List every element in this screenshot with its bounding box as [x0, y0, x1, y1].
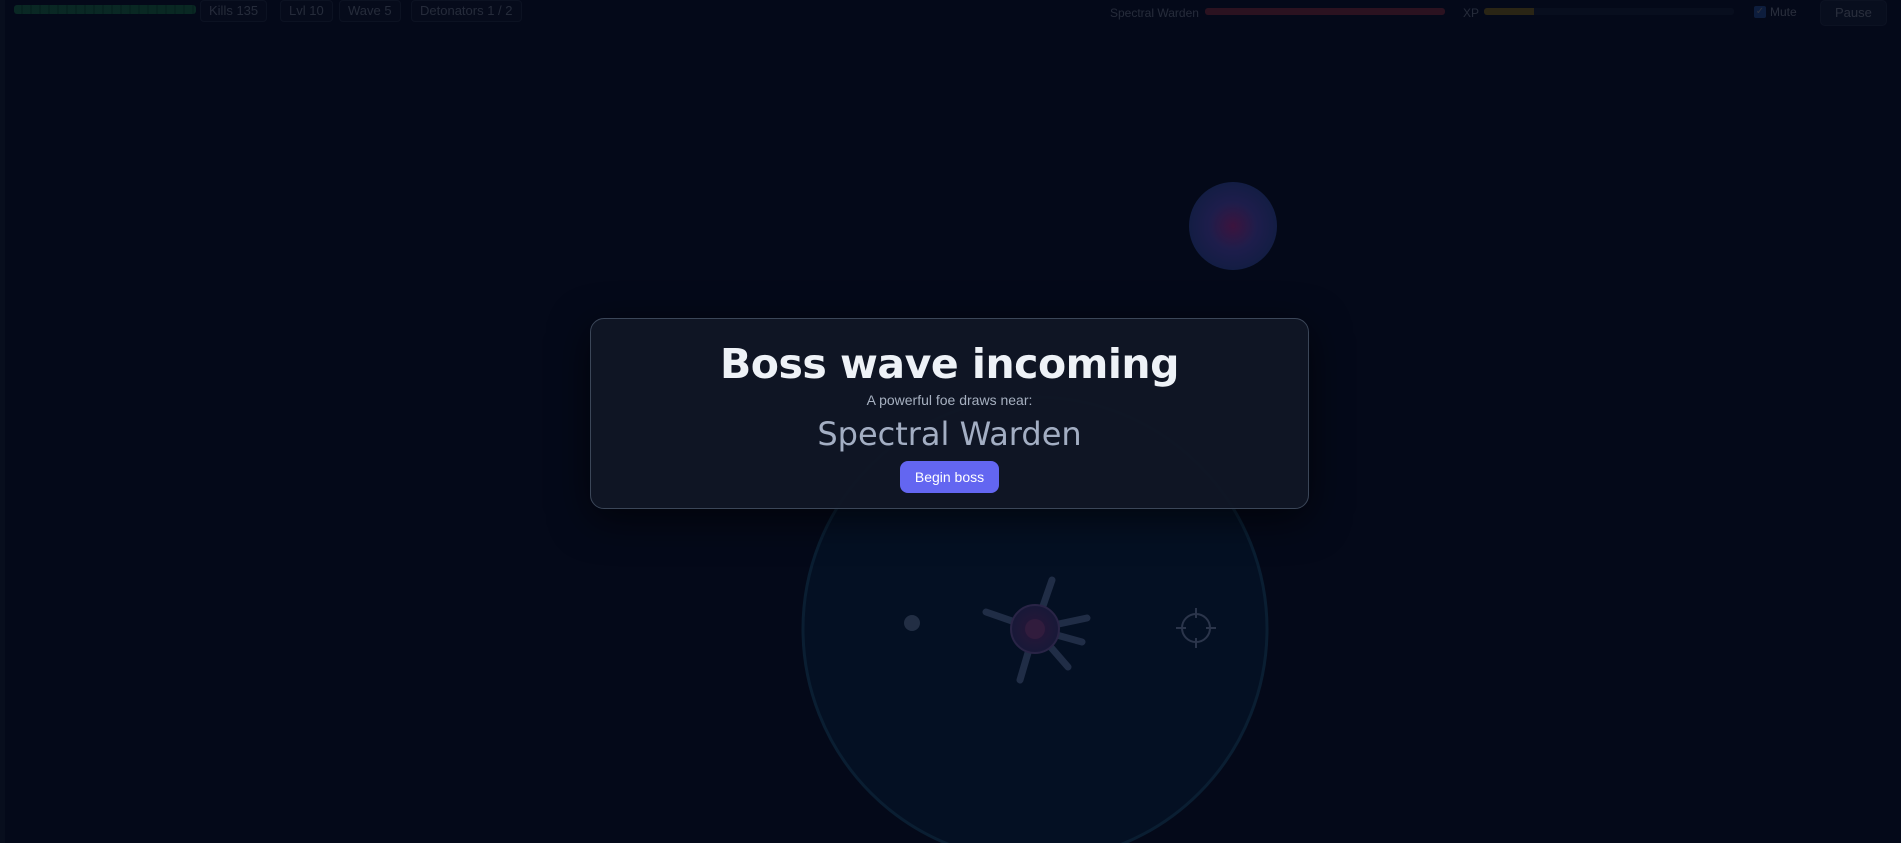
dialog-subtitle: A powerful foe draws near:: [866, 392, 1033, 408]
modal-backdrop: Boss wave incoming A powerful foe draws …: [0, 0, 1901, 843]
boss-wave-dialog: Boss wave incoming A powerful foe draws …: [590, 318, 1309, 509]
begin-boss-button[interactable]: Begin boss: [899, 461, 1000, 493]
boss-name: Spectral Warden: [817, 415, 1082, 453]
game-stage: Kills 135 Lvl 10 Wave 5 Detonators 1 / 2…: [0, 0, 1901, 843]
dialog-title: Boss wave incoming: [720, 340, 1179, 388]
